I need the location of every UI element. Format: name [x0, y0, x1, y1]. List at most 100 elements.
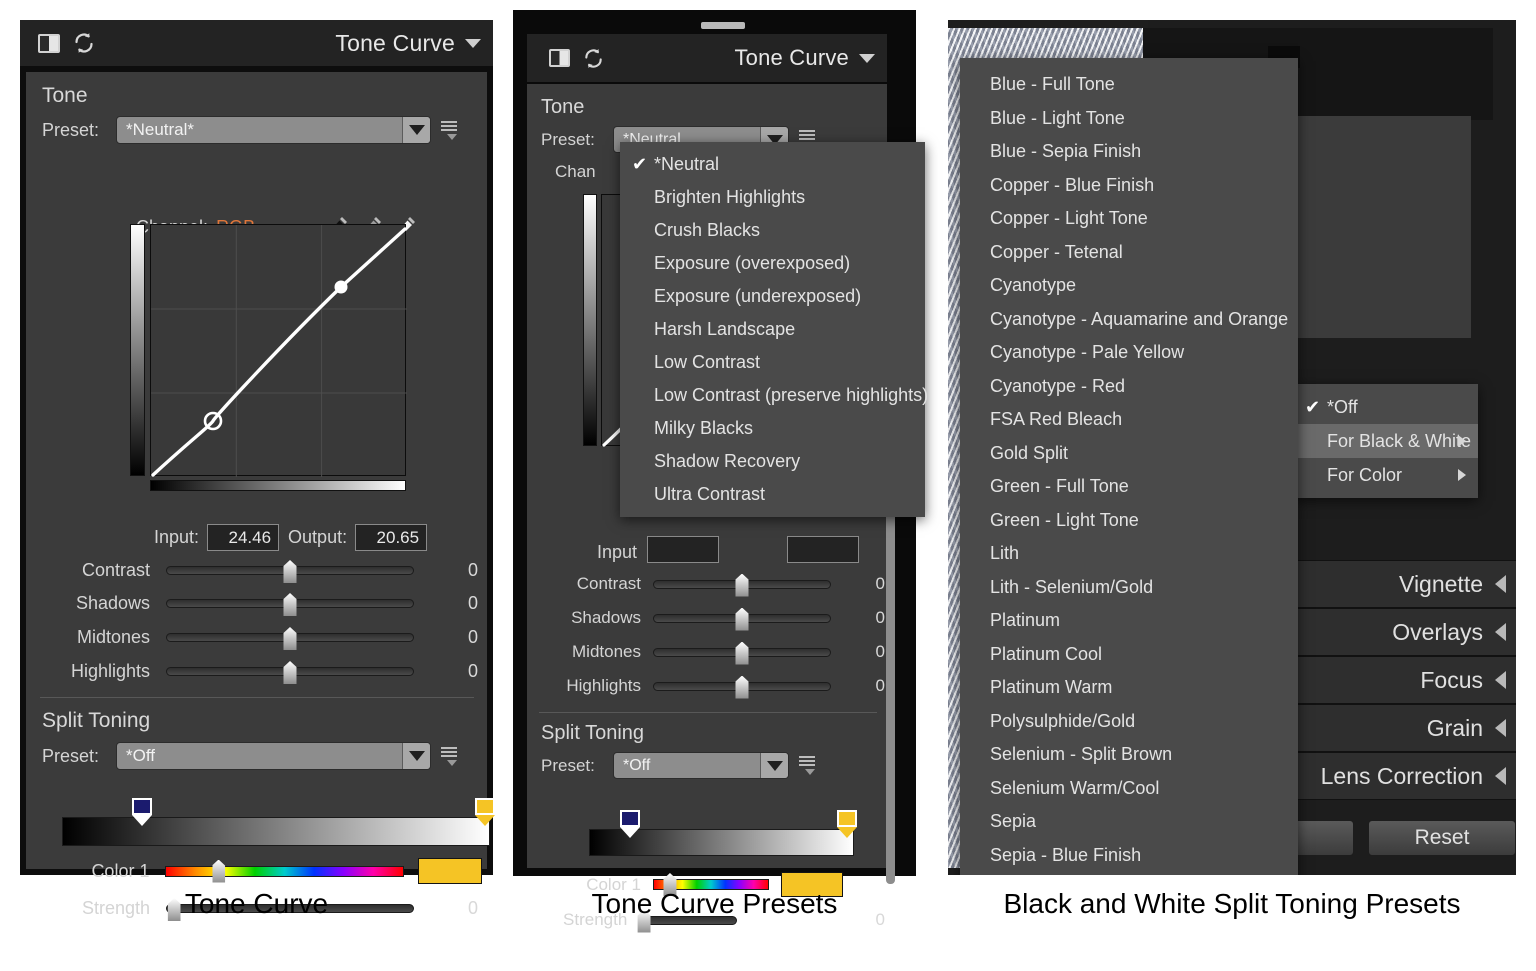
- menu-item-ultra-contrast[interactable]: Ultra Contrast: [620, 478, 925, 511]
- refresh-icon[interactable]: [581, 47, 606, 70]
- split-toning-menu[interactable]: *Off For Black & White For Color: [1293, 384, 1478, 498]
- split-preset-menu-icon[interactable]: [799, 756, 815, 775]
- slider-knob-contrast[interactable]: [735, 573, 749, 597]
- tone-preset-menu-icon[interactable]: [441, 120, 457, 140]
- chevron-left-icon[interactable]: [1495, 575, 1506, 593]
- chevron-down-icon[interactable]: [465, 38, 481, 48]
- preset-item[interactable]: Sepia: [960, 805, 1298, 839]
- shadow-range-handle[interactable]: [620, 810, 640, 838]
- color1-hue-knob[interactable]: [212, 859, 226, 883]
- output-field[interactable]: 20.65: [355, 524, 428, 551]
- preset-item[interactable]: Blue - Light Tone: [960, 102, 1298, 136]
- preset-item[interactable]: Green - Light Tone: [960, 504, 1298, 538]
- split-preset-combo[interactable]: *Off: [116, 742, 431, 770]
- slider-track-shadows[interactable]: [166, 593, 414, 616]
- split-preset-dropdown-arrow[interactable]: [402, 743, 430, 769]
- preset-item[interactable]: Sepia - Cream: [960, 872, 1298, 875]
- slider-knob-highlights[interactable]: [283, 661, 297, 684]
- tone-preset-combo[interactable]: *Neutral*: [116, 116, 431, 144]
- reset-button[interactable]: Reset: [1368, 820, 1516, 856]
- highlight-range-handle[interactable]: [475, 798, 495, 826]
- split-preset-dropdown-arrow[interactable]: [760, 753, 788, 778]
- menu-item-harsh-landscape[interactable]: Harsh Landscape: [620, 313, 925, 346]
- preset-item[interactable]: Lith: [960, 537, 1298, 571]
- slider-track-highlights[interactable]: [653, 675, 831, 699]
- panel2-drag-handle[interactable]: [701, 22, 745, 29]
- menu-item-neutral[interactable]: *Neutral: [620, 148, 925, 181]
- preset-item[interactable]: Selenium Warm/Cool: [960, 772, 1298, 806]
- menu-item-brighten-highlights[interactable]: Brighten Highlights: [620, 181, 925, 214]
- menu-item-exposure-overexposed[interactable]: Exposure (overexposed): [620, 247, 925, 280]
- menu-item-exposure-underexposed[interactable]: Exposure (underexposed): [620, 280, 925, 313]
- preset-item[interactable]: Cyanotype - Pale Yellow: [960, 336, 1298, 370]
- output-field[interactable]: [787, 536, 859, 563]
- menu-item-for-color[interactable]: For Color: [1293, 458, 1478, 492]
- highlight-range-handle[interactable]: [837, 810, 857, 838]
- split-preset-combo[interactable]: *Off: [613, 752, 789, 779]
- refresh-icon[interactable]: [71, 31, 97, 55]
- panel2-header: Tone Curve: [527, 34, 887, 82]
- slider-knob-midtones[interactable]: [283, 627, 297, 650]
- slider-track-highlights[interactable]: [166, 661, 414, 684]
- shadow-range-handle[interactable]: [132, 798, 152, 826]
- preset-item[interactable]: Cyanotype - Red: [960, 370, 1298, 404]
- split-preset-label: Preset:: [541, 755, 595, 775]
- chevron-left-icon[interactable]: [1495, 719, 1506, 737]
- menu-item-off[interactable]: *Off: [1293, 390, 1478, 424]
- color1-swatch[interactable]: [418, 858, 482, 884]
- preset-item[interactable]: Copper - Blue Finish: [960, 169, 1298, 203]
- tone-curve-preset-menu[interactable]: *Neutral Brighten Highlights Crush Black…: [620, 142, 928, 517]
- split-preset-menu-icon[interactable]: [441, 746, 457, 766]
- preset-item[interactable]: FSA Red Bleach: [960, 403, 1298, 437]
- preset-item[interactable]: Platinum: [960, 604, 1298, 638]
- preset-item[interactable]: Copper - Tetenal: [960, 236, 1298, 270]
- color1-row: Color 1: [42, 858, 482, 884]
- preset-item[interactable]: Blue - Sepia Finish: [960, 135, 1298, 169]
- menu-item-low-contrast[interactable]: Low Contrast: [620, 346, 925, 379]
- chevron-down-icon[interactable]: [859, 53, 875, 63]
- slider-track-midtones[interactable]: [653, 641, 831, 665]
- tone-preset-dropdown-arrow[interactable]: [402, 117, 430, 143]
- chevron-left-icon[interactable]: [1495, 671, 1506, 689]
- preset-item[interactable]: Sepia - Blue Finish: [960, 839, 1298, 873]
- chevron-left-icon[interactable]: [1495, 623, 1506, 641]
- preset-item[interactable]: Cyanotype: [960, 269, 1298, 303]
- split-view-icon[interactable]: [38, 33, 60, 53]
- slider-knob-highlights[interactable]: [735, 675, 749, 699]
- input-field[interactable]: [647, 536, 719, 563]
- preset-item[interactable]: Green - Full Tone: [960, 470, 1298, 504]
- menu-item-shadow-recovery[interactable]: Shadow Recovery: [620, 445, 925, 478]
- slider-track-shadows[interactable]: [653, 607, 831, 631]
- preset-item[interactable]: Copper - Light Tone: [960, 202, 1298, 236]
- split-view-icon[interactable]: [549, 49, 570, 67]
- menu-item-milky-blacks[interactable]: Milky Blacks: [620, 412, 925, 445]
- input-field[interactable]: 24.46: [207, 524, 280, 551]
- color1-hue-slider[interactable]: [165, 859, 405, 883]
- menu-item-crush-blacks[interactable]: Crush Blacks: [620, 214, 925, 247]
- curve-plot-area[interactable]: [150, 224, 407, 477]
- preset-item[interactable]: Platinum Warm: [960, 671, 1298, 705]
- input-output-row: Input: 24.46 Output: 20.65: [154, 524, 428, 551]
- slider-knob-contrast[interactable]: [283, 560, 297, 583]
- menu-item-low-contrast-preserve-highlights[interactable]: Low Contrast (preserve highlights): [620, 379, 928, 412]
- slider-track-contrast[interactable]: [166, 560, 414, 583]
- preset-item[interactable]: Platinum Cool: [960, 638, 1298, 672]
- slider-knob-shadows[interactable]: [283, 593, 297, 616]
- preset-item[interactable]: Blue - Full Tone: [960, 68, 1298, 102]
- slider-track-contrast[interactable]: [653, 573, 831, 597]
- chevron-left-icon[interactable]: [1495, 767, 1506, 785]
- slider-knob-midtones[interactable]: [735, 641, 749, 665]
- menu-item-for-black-and-white[interactable]: For Black & White: [1293, 424, 1478, 458]
- slider-track-midtones[interactable]: [166, 627, 414, 650]
- slider-knob-shadows[interactable]: [735, 607, 749, 631]
- preset-item[interactable]: Lith - Selenium/Gold: [960, 571, 1298, 605]
- reset-button-label: Reset: [1414, 826, 1470, 849]
- preset-item[interactable]: Gold Split: [960, 437, 1298, 471]
- tone-curve-graph[interactable]: [130, 224, 407, 492]
- split-tone-range-bar[interactable]: [62, 817, 490, 846]
- preset-item[interactable]: Cyanotype - Aquamarine and Orange: [960, 303, 1298, 337]
- input-label: Input:: [154, 527, 200, 547]
- preset-item[interactable]: Polysulphide/Gold: [960, 705, 1298, 739]
- preset-item[interactable]: Selenium - Split Brown: [960, 738, 1298, 772]
- bw-presets-submenu[interactable]: Blue - Full Tone Blue - Light Tone Blue …: [960, 58, 1298, 875]
